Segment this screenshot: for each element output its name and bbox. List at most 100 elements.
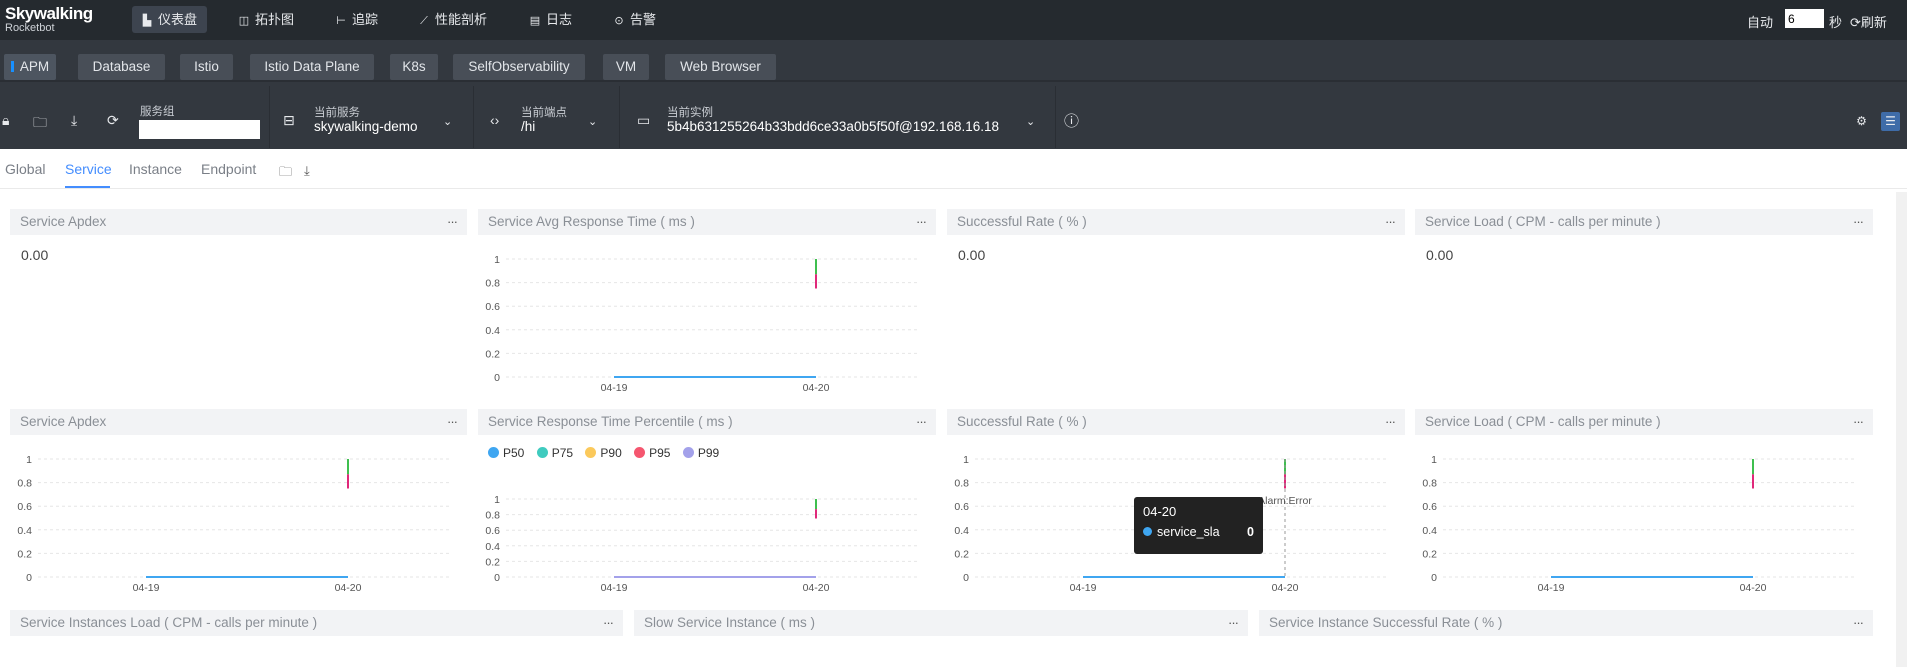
- layer-tab-istio[interactable]: Istio: [180, 54, 233, 80]
- divider: [1055, 86, 1056, 148]
- panel-title: Service Apdex ···: [10, 209, 467, 235]
- service-load-chart[interactable]: 1 0.8 0.6 0.4 0.2 0 04-19 04-20: [1415, 409, 1873, 599]
- y-tick-label: 0: [494, 372, 500, 384]
- y-tick-label: 0.4: [485, 541, 500, 553]
- reload-icon[interactable]: ⟳: [107, 112, 119, 129]
- service-group-input[interactable]: [139, 120, 260, 139]
- x-tick-label: 04-19: [601, 382, 628, 394]
- x-tick-label: 04-20: [803, 582, 830, 594]
- y-tick-label: 0: [494, 572, 500, 584]
- panel-title: Service Instances Load ( CPM - calls per…: [10, 610, 623, 636]
- current-instance-label: 当前实例: [667, 107, 713, 119]
- download-icon[interactable]: ⤓: [304, 163, 310, 179]
- current-instance-value[interactable]: 5b4b631255264b33bdd6ce33a0b5f50f@192.168…: [667, 119, 999, 134]
- tooltip-value: 0: [1247, 525, 1254, 539]
- layer-tabs: APM Database Istio Istio Data Plane K8s …: [0, 40, 1907, 80]
- x-tick-label: 04-19: [601, 582, 628, 594]
- tab-endpoint[interactable]: Endpoint: [201, 161, 256, 177]
- y-tick-label: 0.8: [17, 478, 32, 490]
- download-icon[interactable]: ⤓: [71, 112, 77, 129]
- layer-tab-label: Database: [92, 59, 151, 74]
- apdex-chart[interactable]: 1 0.8 0.6 0.4 0.2 0 04-19 04-20: [10, 409, 467, 599]
- metric-value: 0.00: [21, 247, 49, 263]
- tooltip-date: 04-20: [1143, 504, 1177, 519]
- current-service-value[interactable]: skywalking-demo: [314, 119, 418, 134]
- layer-tab-selfobservability[interactable]: SelfObservability: [453, 54, 585, 80]
- y-tick-label: 0.2: [17, 548, 32, 560]
- y-tick-label: 0.6: [17, 501, 32, 513]
- panel-toggle-icon[interactable]: ☰: [1881, 112, 1900, 131]
- layer-tab-istio-data-plane[interactable]: Istio Data Plane: [250, 54, 374, 80]
- more-icon[interactable]: ···: [603, 610, 614, 636]
- auto-refresh-label: 自动: [1747, 15, 1774, 30]
- layer-tab-label: Web Browser: [680, 59, 761, 74]
- panel-response-time-percentile: Service Response Time Percentile ( ms ) ·…: [478, 409, 936, 599]
- chevron-down-icon[interactable]: ⌄: [443, 115, 452, 128]
- chevron-down-icon[interactable]: ⌄: [1026, 115, 1035, 128]
- nav-item-alarm[interactable]: ⊙ 告警: [604, 6, 666, 33]
- tab-instance[interactable]: Instance: [129, 161, 182, 177]
- panel-service-load: Service Load ( CPM - calls per minute ) ·…: [1415, 209, 1873, 389]
- lock-icon[interactable]: 🔒︎: [2, 112, 9, 129]
- layer-tab-database[interactable]: Database: [78, 54, 165, 80]
- code-icon: ‹›: [490, 112, 500, 128]
- more-icon[interactable]: ···: [1853, 610, 1864, 636]
- tab-service[interactable]: Service: [65, 161, 112, 177]
- divider: [269, 86, 270, 148]
- active-indicator: [10, 61, 14, 72]
- more-icon[interactable]: ···: [447, 209, 458, 235]
- refresh-button[interactable]: ⟳刷新: [1850, 12, 1887, 31]
- y-tick-label: 0.8: [485, 278, 500, 290]
- y-tick-label: 0.2: [1422, 548, 1437, 560]
- response-time-chart[interactable]: 1 0.8 0.6 0.4 0.2 0 04-19 04-20: [478, 209, 936, 399]
- tooltip-row: service_sla 0: [1143, 525, 1254, 539]
- more-icon[interactable]: ···: [1385, 209, 1396, 235]
- percentile-chart[interactable]: 1 0.8 0.6 0.4 0.2 0 04-19 04-20: [478, 409, 936, 599]
- vertical-scrollbar[interactable]: [1896, 192, 1907, 667]
- layer-tab-vm[interactable]: VM: [603, 54, 649, 80]
- y-tick-label: 0.6: [1422, 501, 1437, 513]
- panel-service-apdex-chart: Service Apdex ··· 1 0.8 0.6 0.4 0.2 0 04-19 04-2…: [10, 409, 467, 599]
- info-icon[interactable]: ⓘ: [1064, 110, 1079, 131]
- folder-icon[interactable]: 🗀: [279, 163, 292, 185]
- panel-title: Service Load ( CPM - calls per minute ) ·…: [1415, 209, 1873, 235]
- layer-tab-k8s[interactable]: K8s: [390, 54, 438, 80]
- service-group-label: 服务组: [140, 106, 175, 118]
- y-tick-label: 0: [26, 572, 32, 584]
- layer-tab-apm[interactable]: APM: [4, 54, 56, 80]
- trace-icon: ⊢: [336, 15, 346, 27]
- nav-item-dashboard[interactable]: ▙ 仪表盘: [132, 6, 208, 33]
- nav-item-profiling[interactable]: ⟋ 性能剖析: [409, 6, 497, 33]
- panel-title: Slow Service Instance ( ms ) ···: [634, 610, 1248, 636]
- nav-item-logs[interactable]: ▤ 日志: [520, 6, 582, 33]
- panel-successful-rate: Successful Rate ( % ) ··· 0.00: [947, 209, 1405, 389]
- current-endpoint-value[interactable]: /hi: [521, 119, 535, 134]
- selector-bar: 🔒︎ 🗀 ⤓ ⟳ 服务组 ⊟ 当前服务 skywalking-demo ⌄ ‹›…: [0, 80, 1907, 149]
- nav-item-topology[interactable]: ◫ 拓扑图: [229, 6, 304, 33]
- y-tick-label: 0: [1431, 572, 1437, 584]
- metric-value: 0.00: [1426, 247, 1454, 263]
- settings-icon[interactable]: ⚙: [1852, 112, 1871, 131]
- nav-item-trace[interactable]: ⊢ 追踪: [326, 6, 388, 33]
- top-nav: Skywalking Rocketbot ▙ 仪表盘 ◫ 拓扑图 ⊢ 追踪 ⟋ 性能剖析…: [0, 0, 1907, 40]
- panel-title-text: Service Instance Successful Rate ( % ): [1269, 615, 1503, 630]
- x-tick-label: 04-19: [1070, 582, 1097, 594]
- log-icon: ▤: [529, 15, 541, 27]
- panel-slow-service-instance: Slow Service Instance ( ms ) ···: [634, 610, 1248, 636]
- layer-tab-web-browser[interactable]: Web Browser: [665, 54, 776, 80]
- folder-icon[interactable]: 🗀: [33, 112, 47, 136]
- more-icon[interactable]: ···: [1853, 209, 1864, 235]
- x-tick-label: 04-20: [803, 382, 830, 394]
- x-tick-label: 04-19: [1538, 582, 1565, 594]
- layer-tab-label: Istio: [194, 59, 219, 74]
- auto-refresh-interval-input[interactable]: [1785, 9, 1824, 28]
- series-dot: [1143, 527, 1152, 536]
- tab-global[interactable]: Global: [5, 161, 45, 177]
- y-tick-label: 0.6: [485, 301, 500, 313]
- panel-service-load-chart: Service Load ( CPM - calls per minute ) ·…: [1415, 409, 1873, 599]
- more-icon[interactable]: ···: [1228, 610, 1239, 636]
- chevron-down-icon[interactable]: ⌄: [588, 115, 597, 128]
- chart-tooltip: 04-20 service_sla 0: [1134, 497, 1263, 554]
- app-logo[interactable]: Skywalking Rocketbot: [5, 5, 93, 35]
- layer-tab-label: VM: [615, 59, 637, 74]
